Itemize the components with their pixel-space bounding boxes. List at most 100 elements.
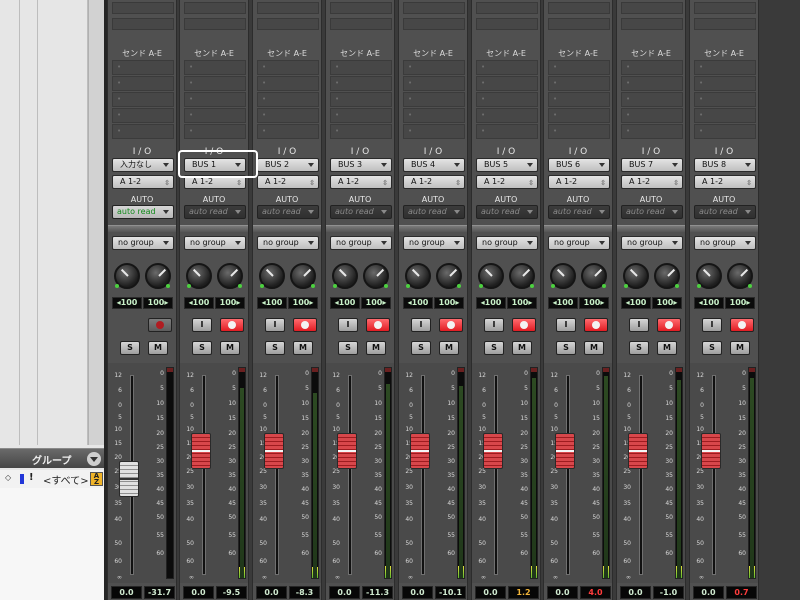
group-selector[interactable]: no group	[621, 236, 683, 250]
group-active-marker[interactable]: ◇	[5, 473, 11, 482]
volume-readout[interactable]: 0.0	[475, 586, 506, 599]
automation-mode-selector[interactable]: auto read	[621, 205, 683, 219]
pan-knob-left[interactable]	[405, 263, 431, 289]
send-slot[interactable]: •	[548, 92, 610, 107]
solo-button[interactable]: S	[702, 341, 722, 355]
send-slot[interactable]: •	[112, 108, 174, 123]
automation-mode-selector[interactable]: auto read	[476, 205, 538, 219]
send-slot[interactable]: •	[403, 76, 465, 91]
send-slot[interactable]: •	[694, 60, 756, 75]
volume-fader[interactable]	[264, 433, 284, 469]
send-slot[interactable]: •	[112, 60, 174, 75]
pan-knob-left[interactable]	[186, 263, 212, 289]
mute-button[interactable]: M	[366, 341, 386, 355]
output-selector[interactable]: A 1-2 ⇳	[476, 175, 538, 189]
insert-slot[interactable]	[330, 18, 392, 30]
volume-readout[interactable]: 0.0	[329, 586, 360, 599]
input-selector[interactable]: BUS 1	[184, 158, 246, 172]
insert-slot[interactable]	[694, 18, 756, 30]
mute-button[interactable]: M	[293, 341, 313, 355]
send-slot[interactable]: •	[184, 92, 246, 107]
send-slot[interactable]: •	[403, 60, 465, 75]
record-enable-button[interactable]	[512, 318, 536, 332]
insert-slot[interactable]	[476, 18, 538, 30]
automation-mode-selector[interactable]: auto read	[548, 205, 610, 219]
insert-slot[interactable]	[694, 2, 756, 14]
peak-readout[interactable]: 4.0	[580, 586, 611, 599]
send-slot[interactable]: •	[476, 76, 538, 91]
mute-button[interactable]: M	[657, 341, 677, 355]
automation-mode-selector[interactable]: auto read	[330, 205, 392, 219]
input-selector[interactable]: BUS 2	[257, 158, 319, 172]
pan-readout-right[interactable]: 100▸	[652, 297, 682, 309]
input-monitor-button[interactable]: I	[556, 318, 576, 332]
volume-fader[interactable]	[555, 433, 575, 469]
group-selector[interactable]: no group	[257, 236, 319, 250]
output-selector[interactable]: A 1-2 ⇳	[184, 175, 246, 189]
send-slot[interactable]: •	[403, 92, 465, 107]
insert-slot[interactable]	[621, 18, 683, 30]
output-selector[interactable]: A 1-2 ⇳	[694, 175, 756, 189]
send-slot[interactable]: •	[257, 76, 319, 91]
send-slot[interactable]: •	[476, 124, 538, 139]
mute-button[interactable]: M	[512, 341, 532, 355]
input-monitor-button[interactable]: I	[265, 318, 285, 332]
clip-indicator[interactable]	[676, 368, 682, 372]
pan-knob-right[interactable]	[509, 263, 535, 289]
clip-indicator[interactable]	[385, 368, 391, 372]
insert-slot[interactable]	[257, 18, 319, 30]
record-enable-button[interactable]	[657, 318, 681, 332]
send-slot[interactable]: •	[257, 92, 319, 107]
record-enable-button[interactable]	[293, 318, 317, 332]
chevron-down-icon[interactable]	[87, 452, 101, 466]
send-slot[interactable]: •	[403, 108, 465, 123]
input-monitor-button[interactable]: I	[411, 318, 431, 332]
pan-readout-right[interactable]: 100▸	[579, 297, 609, 309]
send-slot[interactable]: •	[476, 60, 538, 75]
mute-button[interactable]: M	[148, 341, 168, 355]
pan-readout-left[interactable]: ◂100	[184, 297, 214, 309]
pan-readout-right[interactable]: 100▸	[434, 297, 464, 309]
pan-knob-right[interactable]	[290, 263, 316, 289]
solo-button[interactable]: S	[120, 341, 140, 355]
pan-readout-right[interactable]: 100▸	[288, 297, 318, 309]
send-slot[interactable]: •	[621, 60, 683, 75]
pan-readout-right[interactable]: 100▸	[361, 297, 391, 309]
group-selector[interactable]: no group	[330, 236, 392, 250]
input-monitor-button[interactable]: I	[484, 318, 504, 332]
group-name[interactable]: <すべて>	[43, 472, 89, 487]
clip-indicator[interactable]	[167, 368, 173, 372]
pan-knob-left[interactable]	[259, 263, 285, 289]
mute-button[interactable]: M	[730, 341, 750, 355]
pan-knob-right[interactable]	[217, 263, 243, 289]
pan-readout-left[interactable]: ◂100	[112, 297, 142, 309]
output-selector[interactable]: A 1-2 ⇳	[112, 175, 174, 189]
volume-fader[interactable]	[628, 433, 648, 469]
input-selector[interactable]: BUS 5	[476, 158, 538, 172]
output-selector[interactable]: A 1-2 ⇳	[330, 175, 392, 189]
clip-indicator[interactable]	[239, 368, 245, 372]
group-list-row[interactable]: ◇ ! <すべて>	[0, 470, 104, 488]
solo-button[interactable]: S	[338, 341, 358, 355]
send-slot[interactable]: •	[184, 60, 246, 75]
send-slot[interactable]: •	[694, 76, 756, 91]
solo-button[interactable]: S	[484, 341, 504, 355]
volume-readout[interactable]: 0.0	[547, 586, 578, 599]
mute-button[interactable]: M	[220, 341, 240, 355]
input-monitor-button[interactable]: I	[629, 318, 649, 332]
peak-readout[interactable]: -1.0	[653, 586, 684, 599]
insert-slot[interactable]	[257, 2, 319, 14]
pan-knob-right[interactable]	[436, 263, 462, 289]
send-slot[interactable]: •	[330, 76, 392, 91]
input-selector[interactable]: BUS 4	[403, 158, 465, 172]
pan-knob-left[interactable]	[332, 263, 358, 289]
pan-readout-right[interactable]: 100▸	[143, 297, 173, 309]
send-slot[interactable]: •	[112, 92, 174, 107]
a-z-sort-icon[interactable]: AZ	[90, 472, 103, 486]
pan-knob-right[interactable]	[654, 263, 680, 289]
automation-mode-selector[interactable]: auto read	[257, 205, 319, 219]
insert-slot[interactable]	[112, 18, 174, 30]
peak-readout[interactable]: 1.2	[508, 586, 539, 599]
pan-readout-left[interactable]: ◂100	[694, 297, 724, 309]
automation-mode-selector[interactable]: auto read	[184, 205, 246, 219]
